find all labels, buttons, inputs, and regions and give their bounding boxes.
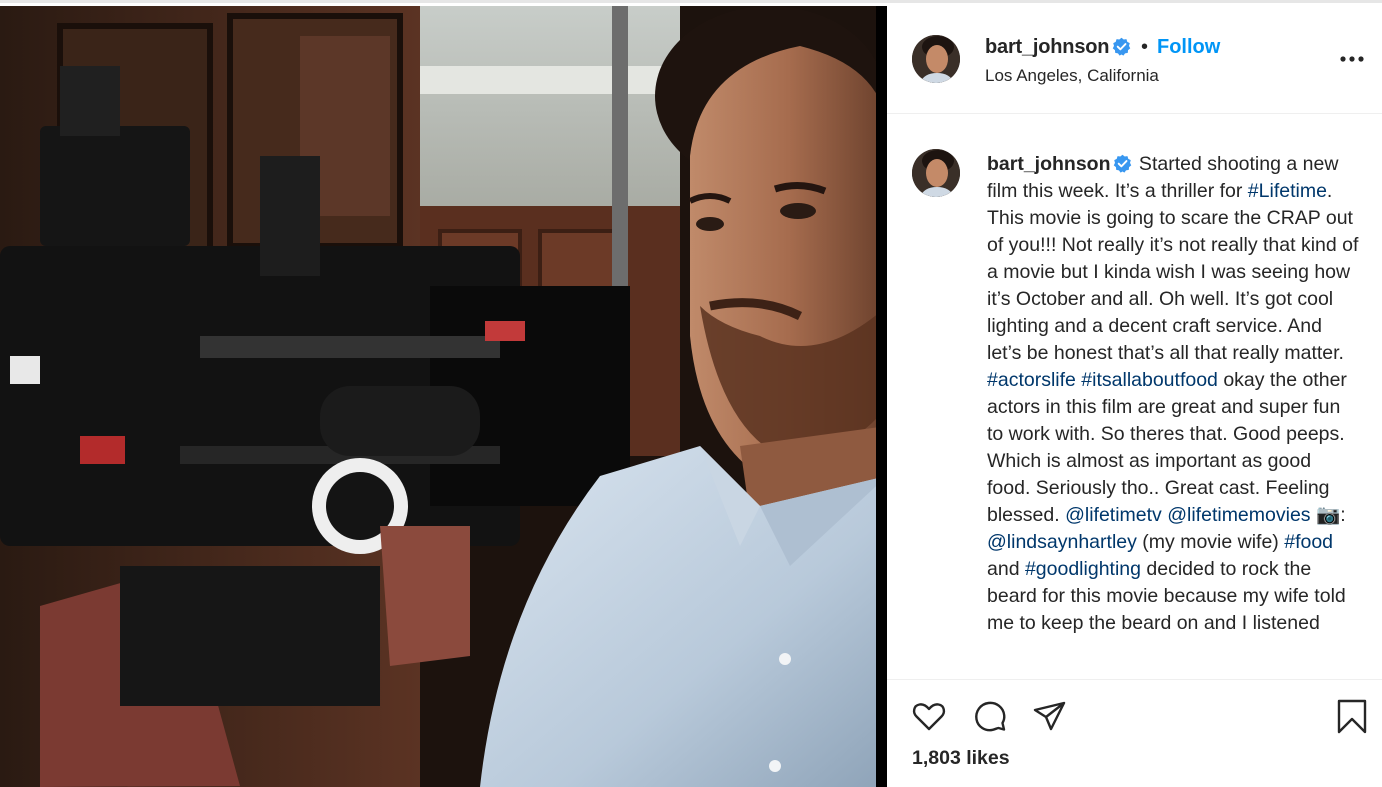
hashtag-link[interactable]: #itsallaboutfood [1081, 369, 1218, 391]
more-horizontal-icon[interactable] [1339, 51, 1365, 67]
mention-link[interactable]: @lindsaynhartley [987, 531, 1137, 553]
avatar-image [912, 149, 960, 197]
mention-link[interactable]: @lifetimemovies [1167, 504, 1310, 526]
follow-button[interactable]: Follow [1157, 36, 1220, 59]
caption-username[interactable]: bart_johnson [987, 153, 1111, 175]
hashtag-link[interactable]: #actorslife [987, 369, 1076, 391]
hashtag-link[interactable]: #goodlighting [1025, 558, 1141, 580]
comment-bubble-icon[interactable] [971, 697, 1009, 735]
verified-badge-icon [1113, 37, 1131, 56]
author-username-text[interactable]: bart_johnson [985, 36, 1109, 58]
mention-link[interactable]: @lifetimetv [1065, 504, 1162, 526]
comments-area[interactable]: bart_johnson Started shooting a new film… [887, 115, 1382, 679]
paper-plane-icon[interactable] [1031, 697, 1069, 735]
author-username[interactable]: bart_johnson [985, 36, 1131, 59]
post-photo[interactable] [0, 6, 887, 787]
caption-text: 📷: [1310, 504, 1346, 526]
heart-icon[interactable] [910, 697, 948, 735]
caption-text: . This movie is going to scare the CRAP … [987, 180, 1359, 364]
post-location[interactable]: Los Angeles, California [985, 66, 1159, 86]
bookmark-icon[interactable] [1333, 697, 1371, 735]
hashtag-link[interactable]: #Lifetime [1248, 180, 1327, 202]
caption-text: and [987, 558, 1025, 580]
caption-text: (my movie wife) [1136, 531, 1285, 553]
hashtag-link[interactable]: #food [1284, 531, 1333, 553]
caption-text: okay the other actors in this film are g… [987, 369, 1347, 526]
photo-illustration [0, 6, 887, 787]
avatar-image [912, 35, 960, 83]
header-separator: • [1141, 36, 1149, 58]
action-bar: 1,803 likes [887, 679, 1382, 787]
caption-author-avatar[interactable] [912, 149, 960, 197]
post-side-panel: bart_johnson • Follow Los Angeles, Calif… [887, 6, 1382, 787]
likes-count[interactable]: 1,803 likes [912, 747, 1010, 770]
post-caption: bart_johnson Started shooting a new film… [987, 151, 1359, 637]
author-avatar[interactable] [912, 35, 960, 83]
post-dialog: bart_johnson • Follow Los Angeles, Calif… [0, 0, 1382, 787]
post-header: bart_johnson • Follow Los Angeles, Calif… [887, 6, 1382, 114]
verified-badge-icon [1113, 154, 1131, 173]
caption-body: Started shooting a new film this week. I… [987, 153, 1358, 634]
